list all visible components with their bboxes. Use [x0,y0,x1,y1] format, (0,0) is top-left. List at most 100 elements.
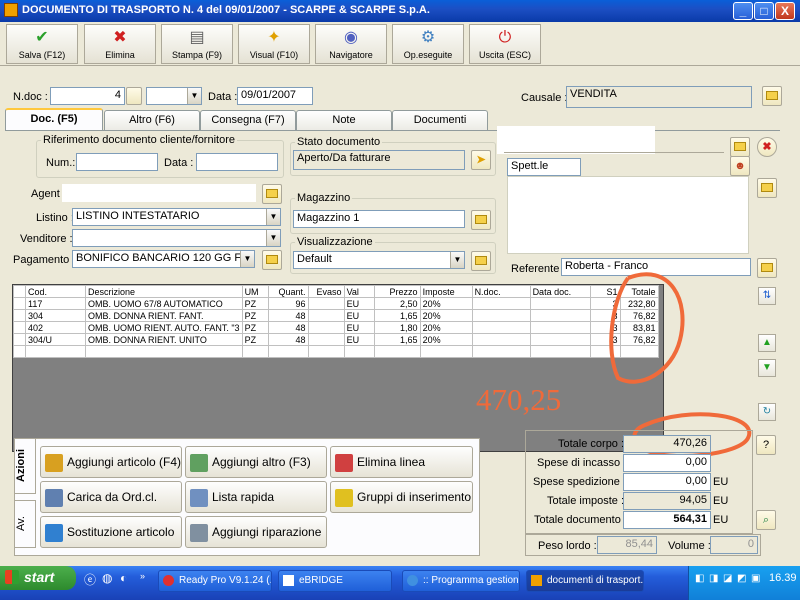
tab-doc[interactable]: Doc. (F5) [5,108,103,131]
quicklaunch-media-icon[interactable]: ◐ [120,571,127,585]
tray-icon-3[interactable]: ◪ [723,573,732,584]
tab-consegna[interactable]: Consegna (F7) [200,110,296,130]
table-row[interactable]: 117 OMB. UOMO 67/8 AUTOMATICO PZ 96 EU 2,50 20… [13,297,659,310]
col-header-datadoc[interactable]: Data doc. [529,285,591,298]
col-header-um[interactable]: UM [241,285,269,298]
spese-incasso-input[interactable]: 0,00 [623,454,711,472]
insert-groups-button[interactable]: Gruppi di inserimento [330,481,473,513]
clock[interactable]: 16.39 [769,572,797,584]
view-lookup-button[interactable] [471,251,491,271]
referente-label: Referente [511,263,560,275]
customer-card-button[interactable]: ☻ [730,156,750,176]
ref-date-input[interactable] [196,153,278,171]
print-button[interactable]: ▤ Stampa (F9) [161,24,233,64]
folder-icon [266,189,278,198]
chevron-down-icon: ▼ [240,251,254,267]
table-row[interactable]: 304 OMB. DONNA RIENT. FANT. PZ 48 EU 1,65 20% 3… [13,309,659,322]
table-row[interactable]: 402 OMB. UOMO RIENT. AUTO. FANT. "3 PZ 48 EU… [13,321,659,334]
replace-article-button[interactable]: Sostituzione articolo [40,516,182,548]
pagamento-select[interactable]: BONIFICO BANCARIO 120 GG F.M. + ▼ [72,250,255,268]
add-article-button[interactable]: Aggiungi articolo (F4) [40,446,182,478]
tray-icon-4[interactable]: ◩ [737,573,746,584]
taskbar-item-readypro[interactable]: Ready Pro V9.1.24 (... [158,570,272,592]
tab-documenti[interactable]: Documenti [392,110,488,130]
minimize-button[interactable]: _ [733,2,753,20]
quicklaunch-more-icon[interactable]: » [140,571,145,581]
move-row-down-button[interactable]: ▼ [758,359,776,377]
address-lookup-button[interactable] [757,178,777,198]
move-row-up-button[interactable]: ▲ [758,334,776,352]
causale-lookup-button[interactable] [762,86,782,106]
agent-input[interactable] [62,184,256,202]
listino-select[interactable]: LISTINO INTESTATARIO ▼ [72,208,281,226]
referente-input[interactable]: Roberta - Franco [561,258,751,276]
table-row[interactable]: 304/U OMB. DONNA RIENT. UNITO PZ 48 EU 1,65 20… [13,333,659,346]
delete-button[interactable]: ✖ Elimina [84,24,156,64]
tray-icon-1[interactable]: ◧ [695,573,704,584]
col-header-s1[interactable]: S1 [589,285,621,298]
col-header-ndoc[interactable]: N.doc. [471,285,531,298]
tab-note[interactable]: Note [296,110,392,130]
add-repair-button[interactable]: Aggiungi riparazione [185,516,327,548]
col-header-imposte[interactable]: Imposte [419,285,473,298]
delete-line-button[interactable]: Elimina linea [330,446,473,478]
maximize-button[interactable]: □ [754,2,774,20]
table-row[interactable] [13,345,659,358]
close-button[interactable]: X [775,2,795,20]
venditore-select[interactable]: ▼ [72,229,281,247]
spese-spedizione-input[interactable]: 0,00 [623,473,711,491]
tray-icon-5[interactable]: ▣ [751,573,760,584]
col-header-descrizione[interactable]: Descrizione [85,285,243,298]
folder-icon [766,91,778,100]
ndoc-spin-button[interactable] [126,87,142,105]
save-button[interactable]: ✔ Salva (F12) [6,24,78,64]
articles-grid[interactable]: Cod. Descrizione UM Quant. Evaso Val Pre… [12,284,664,452]
refresh-button[interactable]: ↻ [758,403,776,421]
quick-list-button[interactable]: Lista rapida [185,481,327,513]
tab-av[interactable]: Av. [14,500,36,548]
ref-num-input[interactable] [76,153,158,171]
tab-altro[interactable]: Altro (F6) [104,110,200,130]
operations-done-button[interactable]: ⚙ Op.eseguite [392,24,464,64]
warehouse-input[interactable]: Magazzino 1 [293,210,465,228]
taskbar-item-documenti[interactable]: documenti di trasport... [526,570,644,592]
ndoc-series-select[interactable]: ▼ [146,87,202,105]
causale-field[interactable]: VENDITA [566,86,752,108]
warehouse-lookup-button[interactable] [471,210,491,230]
tab-azioni[interactable]: Azioni [14,438,36,494]
load-from-order-button[interactable]: Carica da Ord.cl. [40,481,182,513]
tray-icon-2[interactable]: ◨ [709,573,718,584]
quicklaunch-desktop-icon[interactable]: ◍ [102,571,112,585]
start-button[interactable]: start [0,566,76,590]
navigator-button[interactable]: ◉ Navigatore [315,24,387,64]
col-header-cod[interactable]: Cod. [25,285,86,298]
help-button[interactable]: ? [756,435,776,455]
taskbar-item-programma[interactable]: :: Programma gestion... [402,570,520,592]
zoom-totals-button[interactable]: ⌕ [756,510,776,530]
totale-corpo-label: Totale corpo : [558,438,625,450]
status-field: Aperto/Da fatturare [293,150,465,170]
quicklaunch-ie-icon[interactable]: ⓔ [84,571,96,588]
col-header-val[interactable]: Val [343,285,375,298]
date-input[interactable]: 09/01/2007 [237,87,313,105]
referente-lookup-button[interactable] [757,258,777,278]
chevron-down-icon: ▼ [187,88,201,104]
add-other-button[interactable]: Aggiungi altro (F3) [185,446,327,478]
ndoc-input[interactable]: 4 [50,87,125,105]
view-select[interactable]: Default ▼ [293,251,465,269]
pagamento-lookup-button[interactable] [262,250,282,270]
agent-lookup-button[interactable] [262,184,282,204]
col-header-quant[interactable]: Quant. [267,285,309,298]
exit-button[interactable]: ⏻ Uscita (ESC) [469,24,541,64]
col-header-prezzo[interactable]: Prezzo [373,285,421,298]
visual-button[interactable]: ✦ Visual (F10) [238,24,310,64]
customer-clear-button[interactable]: ✖ [757,137,777,157]
customer-lookup-button[interactable] [730,137,750,157]
col-header-evaso[interactable]: Evaso [307,285,345,298]
refresh-icon: ↻ [762,406,772,417]
col-header-totale[interactable]: Totale [619,285,659,298]
row-info-button[interactable]: ⇅ [758,287,776,305]
taskbar-item-ebridge[interactable]: eBRIDGE [278,570,392,592]
status-next-button[interactable]: ➤ [471,150,491,170]
ebridge-icon [283,575,294,586]
